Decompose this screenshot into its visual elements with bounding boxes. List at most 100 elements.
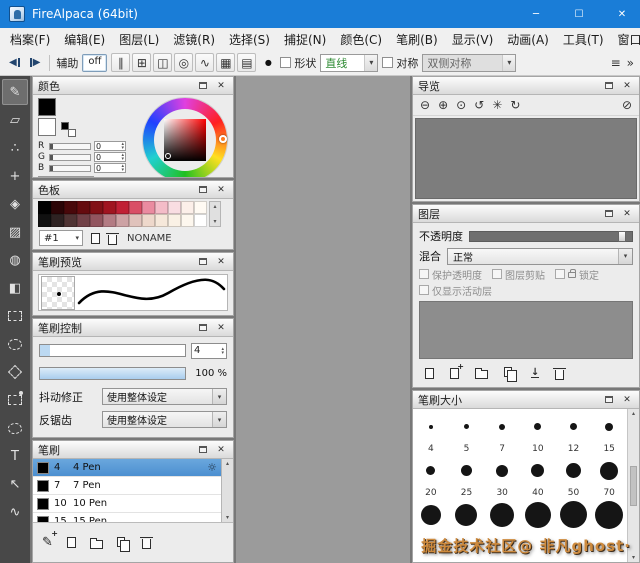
spin-down-icon[interactable]: ▾: [121, 157, 124, 161]
brush-list-scrollbar[interactable]: ▴ ▾: [221, 459, 233, 522]
lock-checkbox[interactable]: 锁定: [555, 267, 599, 282]
brush-size-option[interactable]: 50: [556, 455, 592, 499]
close-button[interactable]: ✕: [604, 0, 640, 28]
brush-list-item[interactable]: 44 Pen☼: [33, 459, 221, 477]
brush-size-option[interactable]: 7: [484, 411, 520, 455]
hex-color-input[interactable]: #000000: [38, 176, 94, 178]
gradient-tool[interactable]: ▨: [2, 219, 28, 245]
new-layer-icon[interactable]: [425, 368, 434, 379]
zoom-out-icon[interactable]: ⊖: [420, 98, 430, 112]
symmetry-select[interactable]: 双侧对称 ▾: [422, 54, 516, 72]
snap-crisscross-icon[interactable]: ⊞: [132, 53, 151, 72]
palette-swatch[interactable]: [38, 214, 51, 227]
panel-header[interactable]: 图层✕: [413, 205, 639, 223]
show-active-only-checkbox-box[interactable]: [419, 285, 429, 295]
titlebar[interactable]: FireAlpaca (64bit) ─ ☐ ✕: [0, 0, 640, 28]
palette-set-select[interactable]: #1 ▾: [39, 230, 83, 246]
channel-value-input[interactable]: 0▴▾: [94, 141, 126, 151]
palette-swatch[interactable]: [155, 214, 168, 227]
channel-slider[interactable]: [49, 165, 91, 172]
panel-header[interactable]: 导览✕: [413, 77, 639, 95]
spin-arrows-icon[interactable]: ▴▾: [121, 153, 124, 161]
brush-size-option[interactable]: 30: [484, 455, 520, 499]
minimize-button[interactable]: ─: [518, 0, 554, 28]
protect-alpha-checkbox-box[interactable]: [419, 269, 429, 279]
opacity-slider[interactable]: [469, 231, 633, 242]
palette-swatch[interactable]: [77, 214, 90, 227]
scroll-up-icon[interactable]: ▴: [226, 460, 229, 467]
new-layer-alt-icon[interactable]: +: [450, 368, 459, 379]
maximize-button[interactable]: ☐: [561, 0, 597, 28]
palette-swatch[interactable]: [38, 201, 51, 214]
close-panel-icon[interactable]: ✕: [214, 321, 228, 334]
scroll-down-icon[interactable]: ▾: [213, 218, 216, 225]
float-panel-icon[interactable]: [602, 79, 616, 92]
palette-swatch[interactable]: [90, 214, 103, 227]
delete-brush-icon[interactable]: [142, 536, 151, 549]
panel-header[interactable]: 颜色✕: [33, 77, 233, 95]
menu-item-8[interactable]: 笔刷(B): [389, 29, 445, 50]
panel-header[interactable]: 色板✕: [33, 181, 233, 199]
shade-tool[interactable]: ◍: [2, 247, 28, 273]
palette-swatch[interactable]: [90, 201, 103, 214]
scroll-down-icon[interactable]: ▾: [632, 554, 635, 561]
bucket-tool[interactable]: ◈: [2, 191, 28, 217]
brush-size-option[interactable]: 20: [413, 455, 449, 499]
select-rect-tool[interactable]: [2, 303, 28, 329]
lock-checkbox-box[interactable]: [555, 269, 565, 279]
spin-arrows-icon[interactable]: ▴▾: [121, 142, 124, 150]
delete-layer-icon[interactable]: [555, 367, 564, 380]
menu-item-10[interactable]: 动画(A): [500, 29, 556, 50]
magic-wand-tool[interactable]: [2, 415, 28, 441]
brush-size-option[interactable]: 4: [413, 411, 449, 455]
palette-swatch[interactable]: [103, 201, 116, 214]
float-panel-icon[interactable]: [196, 79, 210, 92]
menu-item-3[interactable]: 图层(L): [112, 29, 166, 50]
merge-down-icon[interactable]: ↓: [531, 368, 539, 378]
background-color-swatch[interactable]: [38, 118, 56, 136]
symmetry-checkbox[interactable]: [382, 57, 393, 68]
zoom-in-icon[interactable]: ⊕: [438, 98, 448, 112]
menu-item-5[interactable]: 选择(S): [222, 29, 277, 50]
brush-size-option[interactable]: 15: [591, 411, 627, 455]
reset-rotation-icon[interactable]: ✳: [492, 98, 502, 112]
palette-swatch[interactable]: [142, 214, 155, 227]
float-panel-icon[interactable]: [196, 183, 210, 196]
panel-header[interactable]: 笔刷预览✕: [33, 253, 233, 271]
brush-settings-icon[interactable]: ☼: [207, 461, 217, 474]
float-panel-icon[interactable]: [196, 255, 210, 268]
channel-slider[interactable]: [49, 143, 91, 150]
text-tool[interactable]: T: [2, 443, 28, 469]
select-ellipse-tool[interactable]: [2, 331, 28, 357]
clipping-checkbox-box[interactable]: [492, 269, 502, 279]
snap-off-button[interactable]: off: [82, 54, 107, 72]
rotate-ccw-icon[interactable]: ↺: [474, 98, 484, 112]
spin-down-icon[interactable]: ▾: [121, 146, 124, 150]
slider-handle[interactable]: [618, 231, 626, 242]
duplicate-layer-icon[interactable]: [504, 367, 515, 379]
close-panel-icon[interactable]: ✕: [620, 207, 634, 220]
palette-swatch[interactable]: [116, 201, 129, 214]
palette-swatch[interactable]: [77, 201, 90, 214]
layer-list[interactable]: [419, 301, 633, 359]
palette-swatch[interactable]: [103, 214, 116, 227]
scroll-up-icon[interactable]: ▴: [213, 203, 216, 210]
close-panel-icon[interactable]: ✕: [620, 79, 634, 92]
rotate-cw-icon[interactable]: ↻: [510, 98, 520, 112]
spin-down-icon[interactable]: ▾: [121, 168, 124, 172]
palette-swatch[interactable]: [116, 214, 129, 227]
brush-size-slider[interactable]: [39, 344, 186, 357]
brush-list-item[interactable]: 77 Pen: [33, 477, 221, 495]
brush-size-option[interactable]: 5: [449, 411, 485, 455]
zoom-actual-icon[interactable]: ⊙: [456, 98, 466, 112]
palette-swatch[interactable]: [181, 214, 194, 227]
canvas-workspace[interactable]: [236, 76, 410, 563]
curve-tool[interactable]: ∿: [2, 499, 28, 525]
panel-header[interactable]: 笔刷大小✕: [413, 391, 639, 409]
eraser-tool[interactable]: ▱: [2, 107, 28, 133]
shape-select[interactable]: 直线 ▾: [320, 54, 378, 72]
shape-checkbox[interactable]: [280, 57, 291, 68]
snap-dot-button[interactable]: ●: [260, 53, 276, 72]
brush-size-option[interactable]: 10: [520, 411, 556, 455]
reset-view-icon[interactable]: ⊘: [622, 98, 632, 112]
